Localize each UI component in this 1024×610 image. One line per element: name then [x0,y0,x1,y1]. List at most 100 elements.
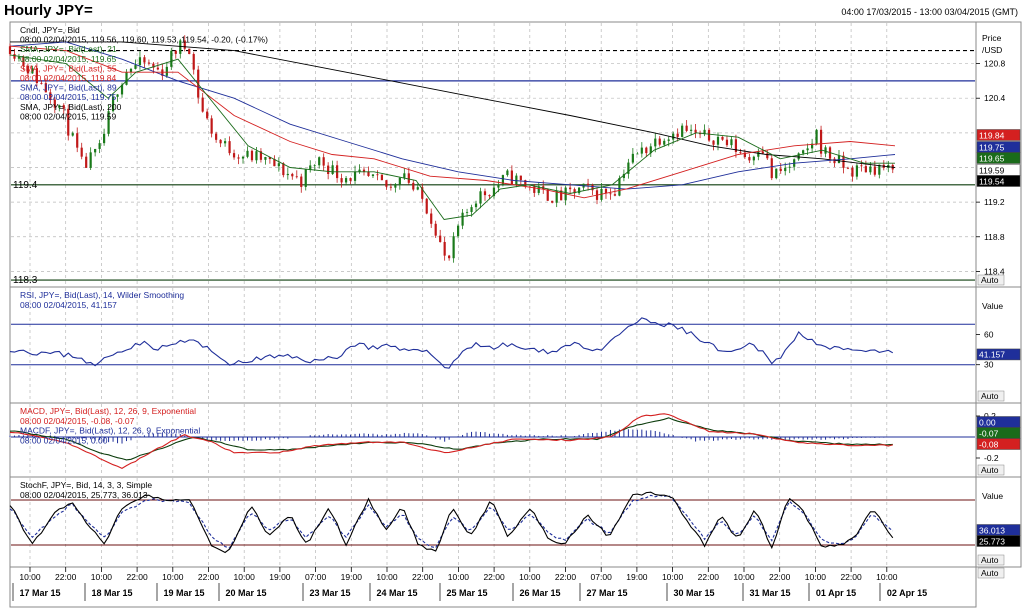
candle-body [770,158,773,179]
candle-body [613,194,617,196]
candle-body [156,67,159,70]
candle-body [206,111,209,119]
x-date-label: 17 Mar 15 [19,588,60,598]
x-date-label: 26 Mar 15 [519,588,560,598]
candle-body [721,136,724,140]
price-tag: 119.84 [976,129,1021,141]
candle-body [569,187,572,190]
x-time-label: 22:00 [483,572,505,582]
legend-entry: 08:00 02/04/2015, 119.59 [20,111,117,121]
candle-body [551,200,554,203]
candle-body [94,148,97,153]
macd-tag: 0.00 [976,416,1021,428]
legend-entry: SMA, JPY=, Bid(Last), 89 [20,83,117,93]
y-tick-label: 120.4 [984,93,1006,103]
legend-entry: 08:00 02/04/2015, 119.65 [20,54,117,64]
candle-body [636,153,639,155]
legend-entry: 08:00 02/04/2015, 119.84 [20,73,117,83]
legend-entry: MACD, JPY=, Bid(Last), 12, 26, 9, Expone… [20,406,196,416]
x-time-label: 10:00 [876,572,898,582]
candle-body [806,148,809,151]
candle-body [488,195,491,197]
candle-body [228,141,231,154]
stoch-tag-text: 25.773 [979,536,1005,546]
level-label-119-4: 119.4 [13,180,38,191]
candle-body [797,153,800,160]
stoch-tag-text: 36.013 [979,525,1005,535]
x-time-label: 07:00 [305,572,327,582]
candle-body [376,174,379,176]
candle-body [815,129,818,144]
candle-body [129,68,133,72]
candle-body [824,147,827,154]
x-time-label: 22:00 [769,572,791,582]
candle-body [416,187,419,190]
x-time-label: 22:00 [412,572,434,582]
candle-body [802,150,805,154]
stoch-tag: 36.013 [976,524,1021,536]
x-time-label: 22:00 [698,572,720,582]
price-tag: 119.65 [976,152,1021,164]
legend-entry: SMA, JPY=, Bid(Last), 21 [20,44,117,54]
legend-entry: StochF, JPY=, Bid, 14, 3, 3, Simple [20,480,152,490]
candle-body [869,166,872,173]
candle-body [188,48,191,55]
candle-body [286,173,289,176]
price-axis-unit: /USD [982,45,1002,55]
candle-body [748,157,751,161]
legend-entry: SMA, JPY=, Bid(Last), 200 [20,102,122,112]
price-tag: 119.54 [976,175,1021,187]
candle-body [138,57,142,66]
candle-body [443,241,446,256]
candle-body [389,186,392,188]
candle-body [80,147,83,157]
x-date-label: 23 Mar 15 [309,588,350,598]
candle-body [470,207,473,212]
stoch-tag: 25.773 [976,535,1021,547]
candle-body [846,167,850,169]
price-tag-text: 119.54 [979,176,1005,186]
candle-body [860,165,863,167]
candle-body [210,118,213,134]
candle-body [76,133,79,148]
candle-body [788,166,791,168]
candle-body [761,151,764,154]
y-tick-label: 120.8 [984,59,1006,69]
legend-entry: SMA, JPY=, Bid(Last), 55 [20,63,117,73]
x-time-label: 10:00 [234,572,256,582]
legend-entry: 08:00 02/04/2015, 41.157 [20,300,117,310]
candle-body [434,223,437,236]
price-tag-text: 119.65 [979,153,1005,163]
candle-body [864,166,867,173]
candle-body [618,178,621,196]
candle-body [474,203,478,208]
candle-body [8,46,12,55]
candle-body [71,133,74,136]
candle-body [147,62,151,64]
rsi-tag-text: 41.157 [979,350,1005,360]
candle-body [519,175,522,181]
auto-label: Auto [981,465,999,475]
candle-body [174,50,177,54]
panel-rsi [9,286,977,404]
legend-entry: Cndl, JPY=, Bid [20,25,80,35]
macd-tag-text: 0.00 [979,417,996,427]
candle-body [313,165,316,167]
candle-body [452,236,455,259]
candle-body [340,178,343,183]
candle-body [712,140,715,145]
x-time-label: 10:00 [19,572,41,582]
x-time-label: 07:00 [591,572,613,582]
candle-body [775,168,778,179]
auto-label: Auto [981,275,999,285]
candle-body [241,156,245,159]
x-time-label: 10:00 [662,572,684,582]
price-tag-text: 119.75 [979,142,1005,152]
candle-body [510,170,513,185]
level-label-118-3: 118.3 [13,275,38,286]
x-time-label: 22:00 [198,572,220,582]
x-time-label: 22:00 [55,572,77,582]
x-time-label: 22:00 [126,572,148,582]
candle-body [237,157,240,159]
candle-body [349,178,352,181]
